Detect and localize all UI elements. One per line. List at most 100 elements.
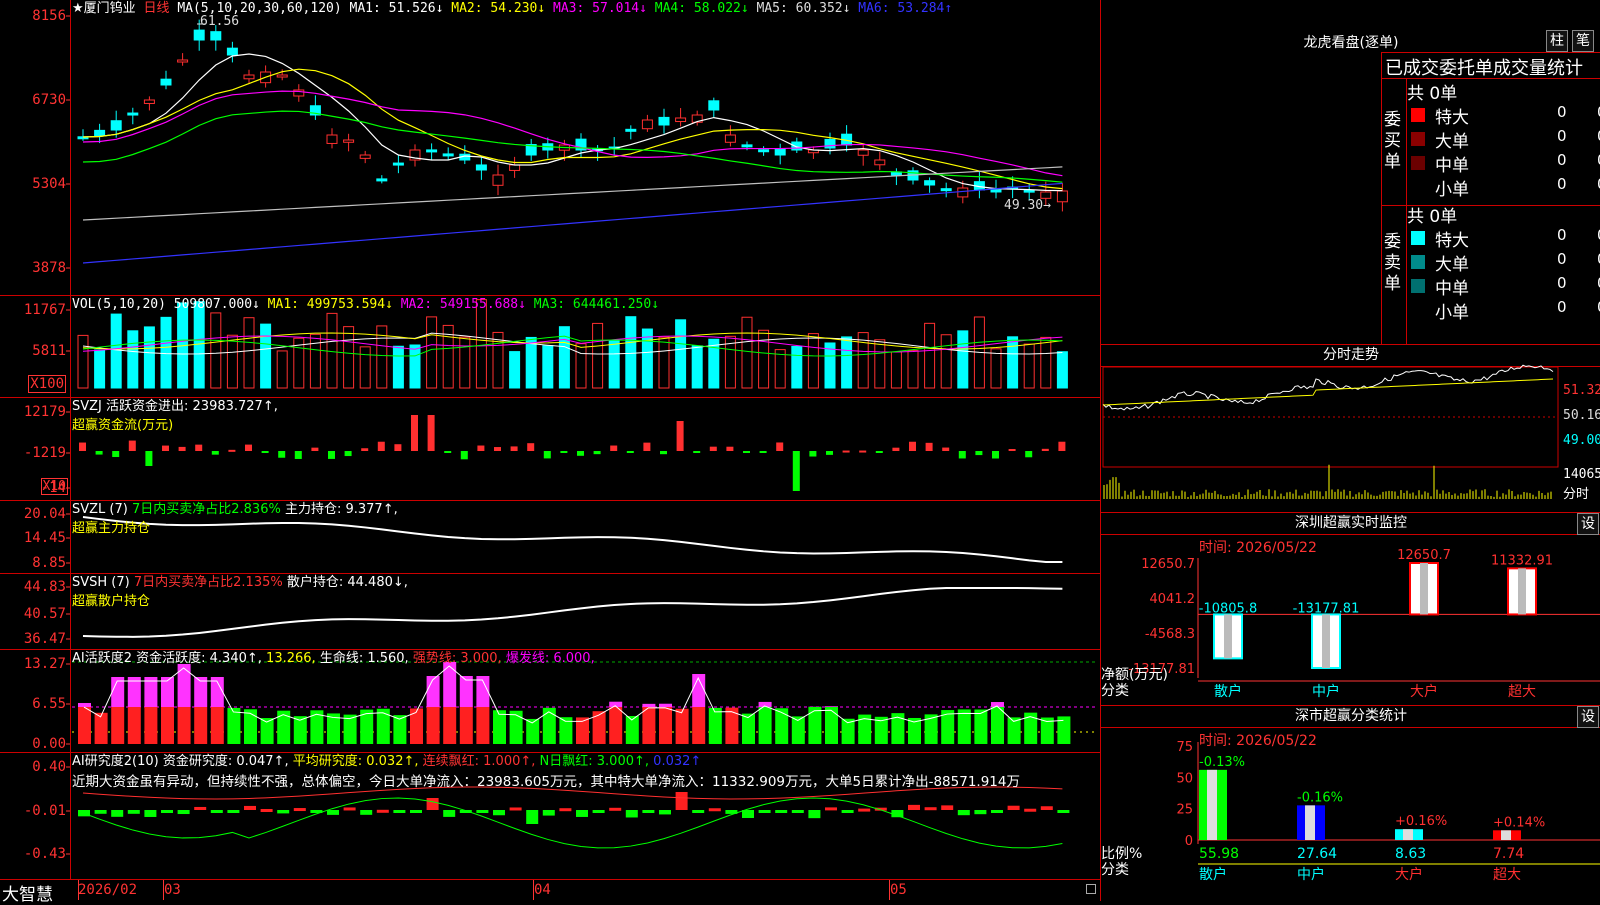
stock-name[interactable]: ★厦门钨业: [72, 1, 136, 16]
candle-body: [925, 181, 935, 185]
sz-monitor-category: 大户: [1410, 683, 1438, 700]
ai2-v5: 0.032↑: [653, 754, 701, 769]
bar-mode-button[interactable]: 柱: [1546, 30, 1568, 52]
ai1-act: 资金活跃度: 4.340↑,: [136, 651, 262, 666]
sz-monitor-value-label: -13177.81: [1293, 601, 1360, 616]
svsh-header: SVSH (7) 7日内买卖净占比2.135% 散户持仓: 44.480↓,: [72, 575, 408, 590]
candle-body: [958, 188, 968, 197]
volume-bar: [1041, 337, 1051, 388]
sz-monitor-category: 超大: [1508, 684, 1536, 700]
flow-bar: [212, 451, 219, 455]
ma-line: [83, 183, 1062, 263]
vol-header: VOL(5,10,20) 509807.000↓ MA1: 499753.594…: [72, 297, 659, 312]
research-bar: [759, 810, 771, 813]
ai1-header: AI活跃度2 资金活跃度: 4.340↑, 13.266, 生命线: 1.560…: [72, 651, 595, 666]
ai-research-panel[interactable]: 0.40 -0.01 -0.43 AI研究度2(10) 资金研究度: 0.047…: [0, 753, 1100, 880]
research-bar: [327, 810, 339, 815]
volume-bar: [227, 335, 237, 388]
tick-mode-button[interactable]: 笔: [1572, 30, 1594, 52]
flow-bar: [428, 415, 435, 451]
vol-value: 509807.000↓: [174, 297, 260, 312]
volume-bar: [277, 351, 287, 388]
period-label[interactable]: 日线: [143, 1, 169, 16]
sz-monitor-category: 散户: [1214, 683, 1242, 700]
volume-bar: [161, 317, 171, 388]
flow-bar: [843, 451, 850, 453]
flow-bar: [876, 451, 883, 453]
sz-class-category: 中户: [1297, 866, 1325, 883]
candle-body: [443, 154, 453, 156]
activity-bar: [344, 715, 357, 744]
flow-bar: [129, 441, 136, 451]
research-bar: [1057, 810, 1069, 813]
research-bar: [941, 805, 953, 810]
volume-bar: [344, 327, 354, 388]
svzl-panel[interactable]: 20.04 14.45 8.85 SVZL (7) 7日内买卖净占比2.836%…: [0, 501, 1100, 574]
kline-chart[interactable]: [0, 0, 1100, 295]
volume-bar: [526, 337, 536, 388]
research-bar: [277, 810, 289, 813]
research-bar: [825, 807, 837, 810]
activity-bar: [277, 711, 290, 744]
research-bar: [676, 792, 688, 810]
ai1-life: 生命线: 1.560,: [320, 651, 409, 666]
candle-body: [792, 142, 802, 150]
flow-bar: [262, 451, 269, 453]
buy-row: 特大00%: [1407, 103, 1600, 127]
volume-bar: [875, 340, 885, 388]
intraday-chart[interactable]: [1101, 345, 1600, 513]
ai-activity-panel[interactable]: 13.27 6.55 0.00 AI活跃度2 资金活跃度: 4.340↑, 13…: [0, 650, 1100, 753]
activity-bar: [692, 707, 705, 744]
candle-body: [360, 155, 370, 158]
volume-bar: [808, 334, 818, 388]
svsh-panel[interactable]: 44.83 40.57 36.47 SVSH (7) 7日内买卖净占比2.135…: [0, 574, 1100, 650]
sz-class-bar-shade: [1207, 770, 1217, 840]
volume-bar: [211, 313, 221, 388]
volume-bar: [410, 345, 420, 388]
volume-bar: [941, 335, 951, 388]
research-bar: [393, 810, 405, 813]
volume-panel[interactable]: 11767 5811 X100 VOL(5,10,20) 509807.000↓…: [0, 296, 1100, 398]
activity-bar-top: [443, 662, 456, 707]
candle-body: [510, 165, 520, 170]
sz-monitor-xlabel: 分类: [1101, 683, 1129, 699]
ma3-value: MA3: 57.014↓: [553, 1, 647, 16]
flow-bar: [378, 442, 385, 451]
kline-panel[interactable]: 8156 6730 5304 3878 ★厦门钨业 日线 MA(5,10,20,…: [0, 0, 1100, 296]
svsh-label: SVSH (7): [72, 575, 130, 590]
activity-bar: [476, 707, 489, 744]
date-label: 05: [890, 882, 907, 898]
activity-bar-top: [659, 704, 672, 707]
activity-bar: [377, 709, 390, 744]
svzj-panel[interactable]: 12179 -1219 -14 X10 SVZJ 活跃资金进出: 23983.7…: [0, 398, 1100, 501]
research-bar: [742, 810, 754, 818]
flow-bar: [278, 451, 285, 458]
volume-bar: [958, 331, 968, 388]
legend-swatch: [1411, 255, 1425, 269]
research-bar: [476, 810, 488, 813]
research-bar: [111, 810, 123, 817]
flow-bar: [826, 451, 833, 455]
volume-bar: [78, 335, 88, 388]
sz-monitor-ytick: 12650.7: [1141, 557, 1195, 572]
research-bar: [344, 807, 356, 810]
flow-bar: [643, 443, 650, 451]
ai1-burst: 爆发线: 6.000,: [506, 651, 595, 666]
volume-bar: [642, 329, 652, 388]
lock-icon[interactable]: [1086, 884, 1096, 894]
intraday-panel[interactable]: 分时走势 51.32 50.16 49.00 14065 分时: [1100, 344, 1600, 513]
vol-label: VOL(5,10,20): [72, 297, 166, 312]
sz-class-change-label: +0.14%: [1493, 815, 1545, 830]
flow-bar: [461, 451, 468, 459]
volume-bar: [759, 330, 769, 388]
sell-orders-label: 委卖单: [1384, 232, 1404, 295]
volume-bar: [676, 320, 686, 388]
activity-bar: [974, 709, 987, 744]
flow-bar: [610, 446, 617, 451]
volume-bar: [543, 346, 553, 388]
buy-row: 小单00%: [1407, 175, 1600, 199]
research-bar: [360, 810, 372, 815]
candle-body: [227, 48, 237, 55]
activity-bar: [493, 710, 506, 744]
vol-ma2: MA2: 549155.688↓: [401, 297, 526, 312]
